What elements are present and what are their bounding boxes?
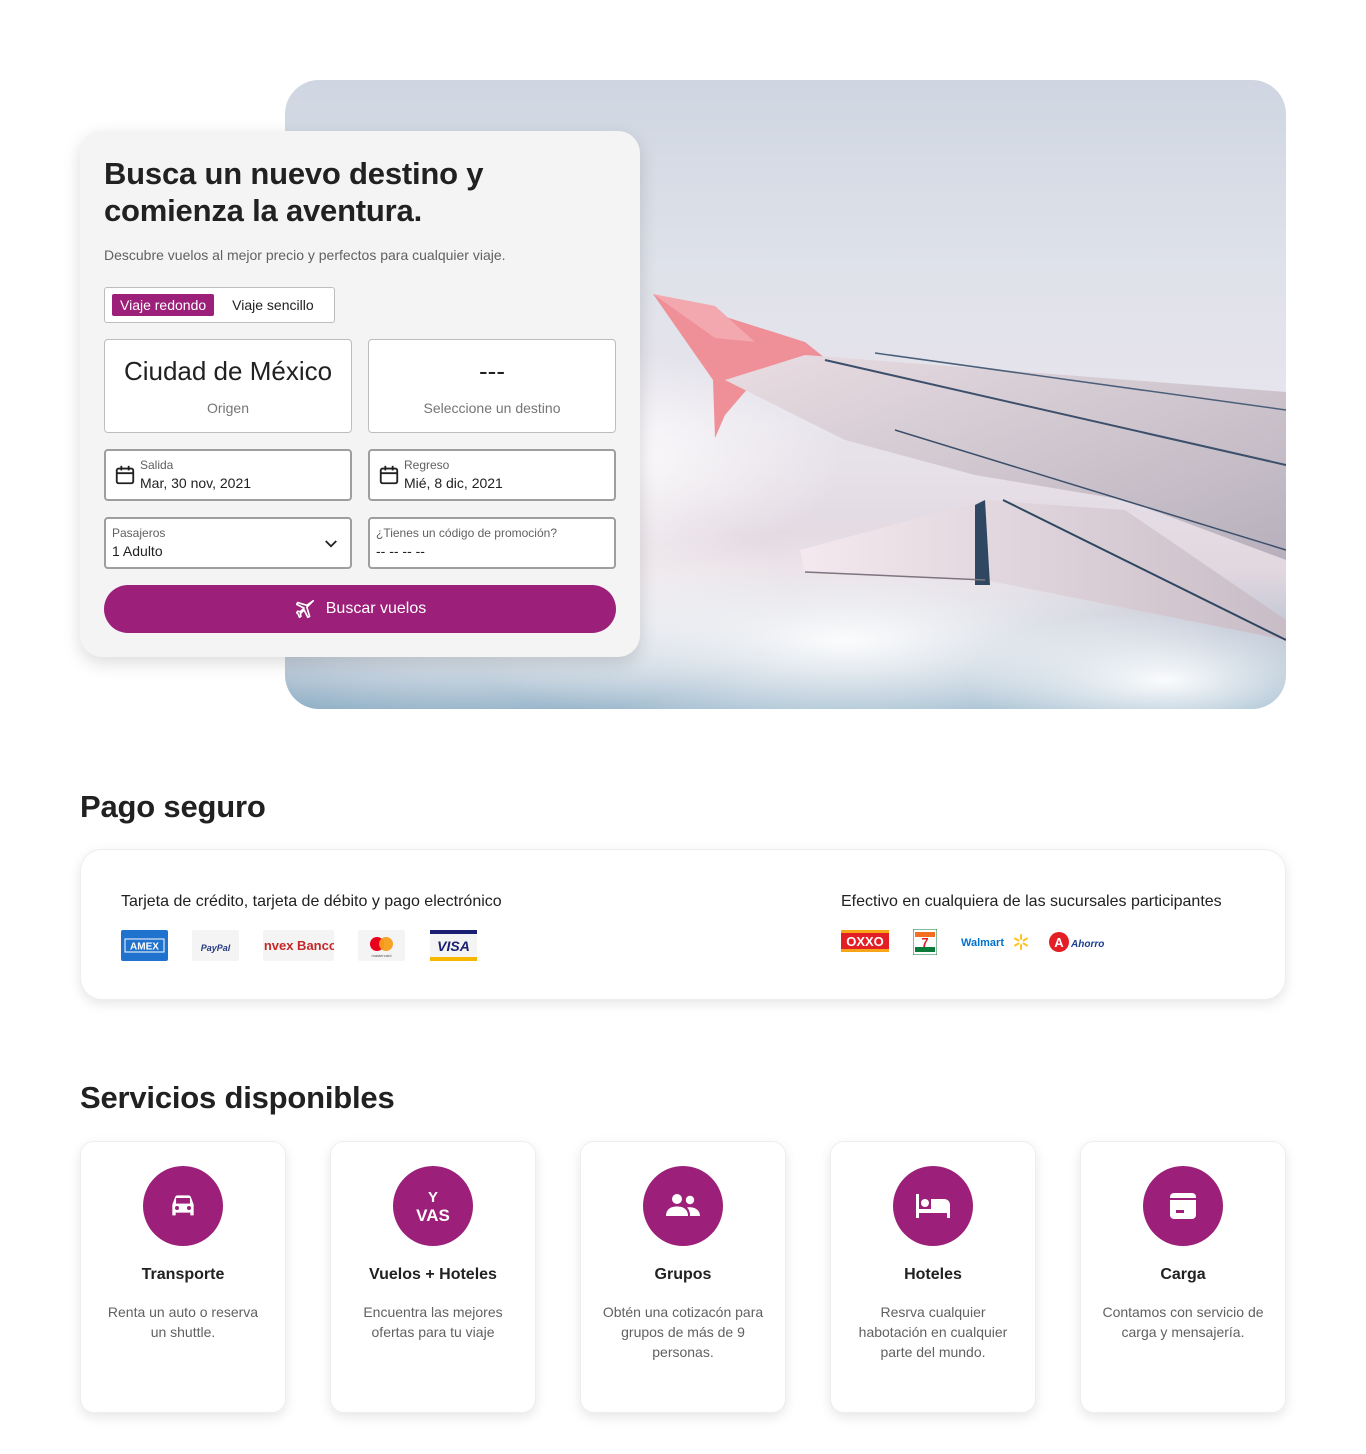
- seven-eleven-logo: 7: [913, 929, 937, 955]
- svg-text:VISA: VISA: [437, 938, 470, 954]
- destination-value: ---: [479, 356, 505, 386]
- destination-label: Seleccione un destino: [423, 400, 561, 416]
- svg-text:OXXO: OXXO: [846, 934, 884, 949]
- amex-logo: AMEX: [121, 930, 168, 961]
- search-flights-button[interactable]: Buscar vuelos: [104, 585, 616, 633]
- services-title: Servicios disponibles: [80, 1080, 395, 1115]
- departure-value: Mar, 30 nov, 2021: [140, 475, 252, 491]
- walmart-logo: Walmart: [961, 932, 1029, 952]
- paypal-logo: PayPal: [192, 930, 239, 961]
- service-title: Carga: [1160, 1266, 1206, 1283]
- bed-icon: [893, 1166, 973, 1246]
- svg-text:7: 7: [921, 935, 928, 950]
- return-value: Mié, 8 dic, 2021: [404, 475, 503, 491]
- passengers-value: 1 Adulto: [112, 543, 163, 559]
- svg-text:Walmart: Walmart: [961, 937, 1004, 949]
- svg-text:mastercard: mastercard: [371, 953, 391, 958]
- airplane-icon: [295, 599, 314, 619]
- passengers-label: Pasajeros: [112, 526, 166, 540]
- service-description: Resrva cualquier habotación en cualquier…: [858, 1304, 1008, 1360]
- svg-text:AMEX: AMEX: [130, 942, 159, 953]
- service-description: Renta un auto o reserva un shuttle.: [107, 1304, 259, 1340]
- service-card-transporte[interactable]: Transporte Renta un auto o reserva un sh…: [80, 1141, 286, 1413]
- box-icon: [1143, 1166, 1223, 1246]
- svg-text:A: A: [1054, 935, 1064, 950]
- search-flights-label: Buscar vuelos: [325, 600, 427, 617]
- calendar-icon: [115, 465, 135, 485]
- service-title: Hoteles: [904, 1266, 962, 1283]
- service-card-vuelos-hoteles[interactable]: Y VAS Vuelos + Hoteles Encuentra las mej…: [330, 1141, 536, 1413]
- service-description: Obtén una cotizacón para grupos de más d…: [602, 1304, 764, 1360]
- svg-text:Y: Y: [428, 1189, 438, 1206]
- hero-subtitle: Descubre vuelos al mejor precio y perfec…: [104, 247, 506, 263]
- destination-selector[interactable]: --- Seleccione un destino: [368, 339, 616, 433]
- svg-text:PayPal: PayPal: [201, 943, 231, 953]
- visa-logo: VISA: [430, 930, 477, 961]
- trip-type-round-trip[interactable]: Viaje redondo: [112, 294, 215, 316]
- passengers-select[interactable]: Pasajeros 1 Adulto: [104, 517, 352, 569]
- trip-type-toggle: Viaje redondo Viaje sencillo: [104, 287, 335, 323]
- mastercard-logo: mastercard: [358, 930, 405, 961]
- return-label: Regreso: [404, 458, 450, 472]
- cash-payment-label: Efectivo en cualquiera de las sucursales…: [841, 893, 1222, 910]
- service-card-grupos[interactable]: Grupos Obtén una cotizacón para grupos d…: [580, 1141, 786, 1413]
- return-date-field[interactable]: Regreso Mié, 8 dic, 2021: [368, 449, 616, 501]
- y-vas-logo-icon: Y VAS: [393, 1166, 473, 1246]
- trip-type-one-way[interactable]: Viaje sencillo: [224, 294, 321, 316]
- promo-code-field[interactable]: ¿Tienes un código de promoción? -- -- --…: [368, 517, 616, 569]
- origin-value: Ciudad de México: [123, 356, 333, 386]
- group-icon: [643, 1166, 723, 1246]
- hero-title: Busca un nuevo destino y comienza la ave…: [104, 156, 484, 228]
- service-description: Encuentra las mejores ofertas para tu vi…: [363, 1304, 503, 1340]
- service-card-carga[interactable]: Carga Contamos con servicio de carga y m…: [1080, 1141, 1286, 1413]
- flight-search-card: Busca un nuevo destino y comienza la ave…: [80, 131, 640, 657]
- card-payment-label: Tarjeta de crédito, tarjeta de débito y …: [121, 893, 502, 910]
- departure-date-field[interactable]: Salida Mar, 30 nov, 2021: [104, 449, 352, 501]
- service-title: Transporte: [141, 1266, 225, 1283]
- service-description: Contamos con servicio de carga y mensaje…: [1102, 1304, 1264, 1340]
- promo-code-input[interactable]: -- -- -- --: [376, 543, 425, 559]
- secure-payment-title: Pago seguro: [80, 789, 266, 824]
- farmacias-del-ahorro-logo: A Ahorro: [1049, 930, 1109, 954]
- svg-text:VAS: VAS: [416, 1206, 450, 1225]
- car-icon: [143, 1166, 223, 1246]
- service-title: Vuelos + Hoteles: [369, 1266, 497, 1283]
- calendar-icon: [379, 465, 399, 485]
- departure-label: Salida: [140, 458, 174, 472]
- svg-text:invex Banco: invex Banco: [263, 938, 334, 953]
- service-title: Grupos: [654, 1266, 712, 1283]
- invex-logo: invex Banco: [263, 930, 334, 961]
- chevron-down-icon: [325, 540, 337, 548]
- secure-payment-card: Tarjeta de crédito, tarjeta de débito y …: [80, 849, 1286, 1000]
- service-card-hoteles[interactable]: Hoteles Resrva cualquier habotación en c…: [830, 1141, 1036, 1413]
- promo-code-label: ¿Tienes un código de promoción?: [376, 526, 557, 540]
- svg-text:Ahorro: Ahorro: [1070, 939, 1104, 950]
- origin-label: Origen: [206, 400, 250, 416]
- origin-selector[interactable]: Ciudad de México Origen: [104, 339, 352, 433]
- oxxo-logo: OXXO: [841, 930, 889, 952]
